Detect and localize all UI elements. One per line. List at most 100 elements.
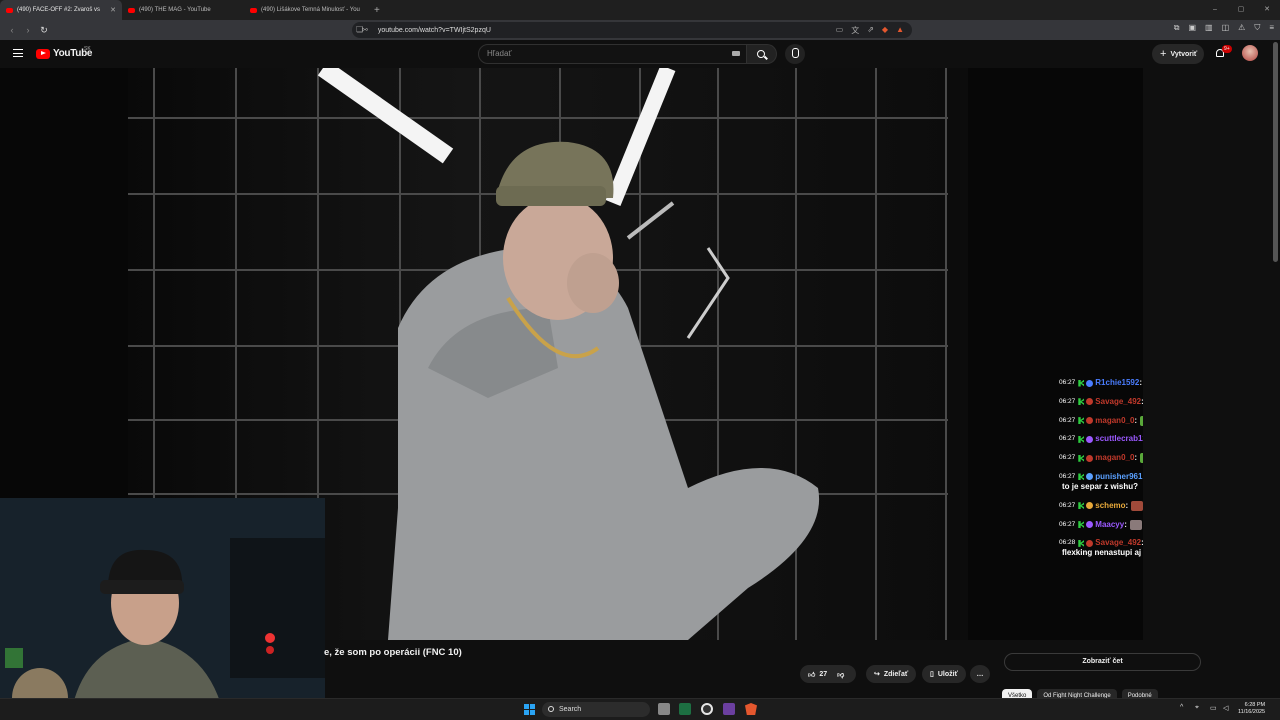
- new-tab-button[interactable]: +: [374, 5, 380, 16]
- search-icon: [757, 50, 765, 58]
- twitch-icon[interactable]: [723, 703, 735, 715]
- chat-message: 06:27 magan0_0:: [1059, 415, 1143, 426]
- brave-shield-icon[interactable]: ◆: [882, 25, 888, 36]
- chat-timestamp: 06:27: [1059, 472, 1076, 480]
- taskbar-clock[interactable]: 6:28 PM 11/16/2025: [1238, 702, 1265, 716]
- chat-username[interactable]: magan0_0: [1095, 453, 1134, 463]
- youtube-logo[interactable]: YouTube SK: [36, 46, 93, 59]
- browser-tab-active[interactable]: (490) FACE-OFF #2: Zvaroš vs ✕: [0, 0, 122, 20]
- chat-timestamp: 06:27: [1059, 397, 1076, 405]
- extension-icon[interactable]: ▣: [1188, 23, 1196, 33]
- chat-username[interactable]: scuttlecrab123: [1095, 434, 1143, 444]
- extension-icon[interactable]: ⧉: [1174, 23, 1180, 33]
- user-badge-icon: [1086, 473, 1094, 481]
- chat-username[interactable]: magan0_0: [1095, 416, 1134, 426]
- url-text: youtube.com/watch?v=TWIjtS2pzqU: [377, 26, 491, 34]
- tab-label: (490) Lišákove Temná Minulosť - You: [261, 7, 360, 13]
- wallet-icon[interactable]: ◫: [1222, 23, 1230, 33]
- kick-badge-icon: [1078, 539, 1085, 547]
- url-actions: ▭ 文 ⇗ ◆ ▲: [836, 25, 904, 36]
- brave-browser-icon[interactable]: [745, 703, 757, 715]
- share-icon[interactable]: ⇗: [867, 25, 874, 36]
- extensions-bar: ⧉ ▣ ▥ ◫ ⚠ ⛉ ≡: [1174, 23, 1274, 33]
- chat-message: 06:27 Maacyy:: [1059, 519, 1143, 530]
- like-icon[interactable]: 👍︎: [808, 670, 815, 679]
- chat-username[interactable]: schemo: [1095, 501, 1125, 511]
- chat-username[interactable]: Savage_492: [1095, 397, 1141, 407]
- rewards-icon[interactable]: ▲: [896, 25, 904, 36]
- like-dislike-group: 👍︎ 27 👎︎: [800, 665, 856, 683]
- reload-icon[interactable]: ↻: [36, 25, 52, 36]
- user-badge-icon: [1086, 539, 1094, 547]
- chat-emote-icon: [1129, 519, 1142, 530]
- voice-search-icon[interactable]: [785, 44, 805, 64]
- chat-message: 06:27 schemo:: [1059, 500, 1143, 511]
- forward-icon[interactable]: ›: [20, 25, 36, 35]
- share-button[interactable]: ↪ Zdieľať: [866, 665, 917, 683]
- user-badge-icon: [1086, 454, 1094, 462]
- chat-timestamp: 06:28: [1059, 539, 1076, 547]
- more-actions-button[interactable]: …: [970, 665, 990, 683]
- browser-tab[interactable]: (490) Lišákove Temná Minulosť - You: [244, 0, 366, 20]
- create-button[interactable]: + Vytvoriť: [1152, 44, 1204, 64]
- close-tab-icon[interactable]: ✕: [110, 6, 116, 14]
- bookmark-icon[interactable]: ❏: [356, 25, 363, 34]
- tab-label: (490) THE MAG - YouTube: [139, 7, 211, 13]
- browser-tab-bar: (490) FACE-OFF #2: Zvaroš vs ✕ (490) THE…: [0, 0, 1280, 20]
- sidebar-icon[interactable]: ▥: [1205, 23, 1213, 33]
- show-chat-button[interactable]: Zobraziť čet: [1004, 653, 1201, 671]
- save-playlist-icon: ▯: [930, 671, 934, 678]
- clock-date: 11/16/2025: [1238, 709, 1266, 715]
- guide-menu-icon[interactable]: [13, 49, 23, 57]
- chat-message: 06:27punisher961:to je separ z wishu?: [1059, 472, 1143, 492]
- back-icon[interactable]: ‹: [4, 25, 20, 35]
- user-badge-icon: [1086, 398, 1094, 406]
- youtube-favicon-icon: [250, 7, 257, 13]
- chat-message: 06:27 magan0_0:: [1059, 453, 1143, 464]
- webcam-scene: [0, 498, 325, 720]
- minimize-button[interactable]: –: [1202, 0, 1228, 20]
- chat-colon: :: [1124, 519, 1127, 529]
- search-button[interactable]: [747, 44, 777, 64]
- location-icon[interactable]: ⌖: [1195, 704, 1199, 712]
- translate-icon[interactable]: 文: [851, 25, 859, 36]
- volume-icon[interactable]: ◁: [1223, 704, 1228, 712]
- like-count[interactable]: 27: [819, 671, 827, 678]
- chat-username[interactable]: punisher961: [1095, 472, 1142, 482]
- browser-tab[interactable]: (490) THE MAG - YouTube: [122, 0, 244, 20]
- save-button[interactable]: ▯ Uložiť: [922, 665, 966, 683]
- vpn-icon[interactable]: ⚠: [1238, 23, 1245, 33]
- chat-colon: :: [1134, 415, 1138, 425]
- url-field[interactable]: ⚯ youtube.com/watch?v=TWIjtS2pzqU ▭ 文 ⇗ …: [352, 22, 912, 38]
- windows-start-icon[interactable]: [524, 704, 535, 715]
- notification-count-badge: 9+: [1222, 45, 1232, 53]
- network-icon[interactable]: ▭: [1210, 704, 1217, 712]
- shield-icon[interactable]: ⛉: [1254, 23, 1260, 33]
- chat-username[interactable]: Savage_492: [1095, 538, 1141, 548]
- excel-icon[interactable]: [679, 703, 691, 715]
- search-icon: [548, 706, 554, 712]
- chat-username[interactable]: R1chie1592: [1095, 378, 1139, 388]
- chat-timestamp: 06:27: [1059, 379, 1076, 386]
- task-view-icon[interactable]: [658, 703, 670, 715]
- keyboard-icon[interactable]: [732, 51, 740, 56]
- dislike-icon[interactable]: 👎︎: [837, 670, 844, 679]
- chat-username[interactable]: Maacyy: [1095, 520, 1124, 530]
- maximize-button[interactable]: ▢: [1228, 0, 1254, 20]
- avatar[interactable]: [1242, 45, 1258, 61]
- obs-icon[interactable]: [701, 703, 713, 715]
- menu-icon[interactable]: ≡: [1269, 23, 1274, 33]
- taskbar-search-label: Search: [559, 706, 582, 713]
- chat-timestamp: 06:27: [1059, 416, 1076, 424]
- chat-colon: :: [1125, 500, 1129, 510]
- taskbar-search[interactable]: Search: [542, 702, 650, 717]
- address-bar-row: ‹ › ↻ ⚯ youtube.com/watch?v=TWIjtS2pzqU …: [0, 20, 1280, 40]
- page-scrollbar[interactable]: [1273, 42, 1278, 262]
- close-window-button[interactable]: ✕: [1254, 0, 1280, 20]
- tray-overflow-icon[interactable]: ^: [1180, 704, 1183, 711]
- search-input[interactable]: Hľadať: [478, 44, 747, 64]
- user-badge-icon: [1086, 502, 1094, 510]
- plus-icon: +: [1160, 48, 1167, 60]
- chat-timestamp: 06:27: [1059, 454, 1076, 462]
- cast-icon[interactable]: ▭: [836, 25, 844, 36]
